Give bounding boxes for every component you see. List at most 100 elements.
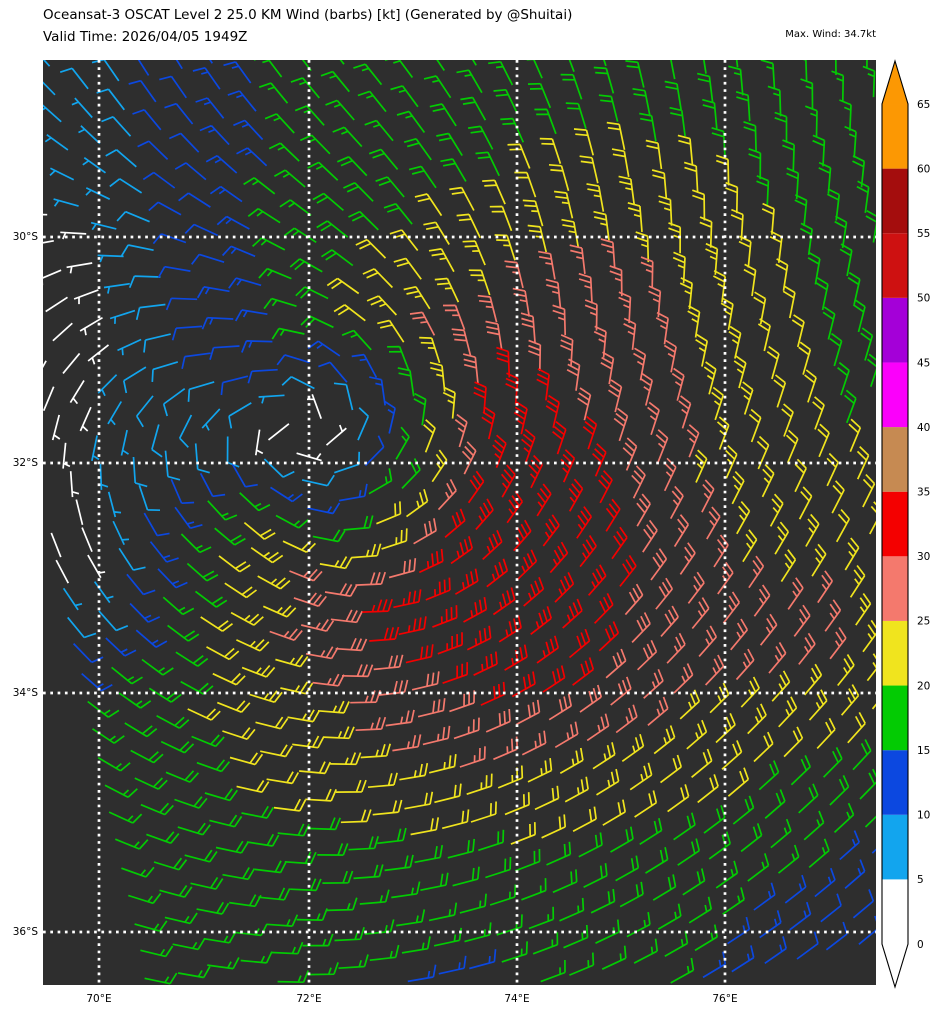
- wind-barb: [398, 616, 427, 636]
- wind-barb: [126, 573, 156, 596]
- wind-barb: [728, 325, 742, 359]
- wind-barb: [847, 711, 866, 744]
- wind-barb: [241, 805, 275, 819]
- wind-barb: [659, 754, 683, 784]
- wind-barb: [364, 435, 385, 467]
- wind-barb: [78, 125, 101, 145]
- wind-barb: [109, 178, 143, 194]
- wind-barb: [642, 519, 658, 553]
- wind-barb: [171, 325, 203, 341]
- wind-barb: [312, 192, 344, 212]
- wind-barb: [144, 972, 178, 985]
- wind-barb: [775, 258, 789, 291]
- wind-barb: [500, 464, 516, 498]
- wind-barb: [423, 419, 436, 453]
- wind-barb: [134, 920, 168, 932]
- wind-barb: [725, 181, 739, 214]
- wind-barb: [566, 358, 581, 391]
- wind-barb: [178, 414, 193, 448]
- wind-barb: [489, 884, 517, 906]
- wind-barb: [713, 270, 727, 303]
- wind-barb: [437, 632, 463, 655]
- wind-barb: [773, 374, 787, 408]
- wind-barb: [552, 421, 567, 455]
- wind-barb: [442, 304, 466, 330]
- wind-barb: [199, 472, 226, 498]
- wind-barb: [553, 190, 574, 219]
- colorbar-tick-label: 5: [917, 874, 924, 886]
- wind-barb: [228, 402, 252, 429]
- wind-barb: [703, 805, 726, 834]
- wind-barb: [771, 670, 791, 702]
- wind-barb: [317, 843, 349, 856]
- wind-barb: [409, 311, 436, 336]
- wind-barb: [338, 954, 369, 970]
- wind-barb: [324, 583, 358, 597]
- wind-barb: [647, 401, 660, 436]
- wind-barb-map: [43, 60, 876, 985]
- wind-barb: [699, 216, 713, 248]
- wind-barb: [598, 94, 619, 122]
- wind-barb: [761, 202, 775, 235]
- wind-barb: [129, 602, 161, 623]
- colorbar-over-arrow: [882, 61, 908, 105]
- wind-barb: [686, 424, 700, 458]
- colorbar-under-arrow: [882, 944, 908, 987]
- y-tick-label: 32°S: [12, 457, 38, 469]
- wind-barb: [138, 484, 161, 512]
- wind-barb: [263, 297, 297, 310]
- wind-barb: [679, 689, 701, 720]
- wind-barb: [381, 528, 408, 550]
- wind-barb: [618, 175, 636, 206]
- wind-barb: [587, 564, 607, 596]
- colorbar-segment: [882, 297, 908, 363]
- wind-barb: [572, 657, 595, 686]
- wind-barb: [264, 113, 295, 134]
- colorbar-tick-label: 60: [917, 163, 930, 175]
- wind-barb: [302, 933, 334, 947]
- wind-barb: [227, 90, 257, 112]
- wind-barb: [209, 60, 214, 64]
- wind-barb: [652, 874, 677, 901]
- wind-barb: [629, 762, 653, 791]
- wind-barb: [257, 575, 291, 590]
- wind-barb: [798, 783, 819, 814]
- wind-barb: [222, 727, 256, 741]
- wind-barb: [258, 394, 285, 404]
- wind-barb: [798, 341, 812, 375]
- wind-barb: [299, 761, 332, 775]
- wind-barb: [670, 957, 695, 984]
- colorbar-tick-label: 45: [917, 357, 930, 369]
- wind-barb: [240, 951, 273, 964]
- wind-barb: [103, 282, 130, 294]
- wind-barb: [833, 802, 855, 834]
- wind-barb: [507, 143, 531, 169]
- wind-barb: [532, 932, 559, 955]
- wind-barb: [66, 262, 93, 274]
- wind-barb: [766, 345, 780, 380]
- wind-barb: [419, 336, 441, 364]
- wind-barb: [486, 558, 509, 588]
- wind-barb: [429, 103, 457, 127]
- wind-barb: [852, 739, 872, 771]
- wind-barb: [367, 772, 398, 789]
- wind-barb: [790, 755, 811, 786]
- wind-barb: [596, 768, 620, 796]
- wind-barb: [521, 878, 547, 901]
- wind-barb: [105, 149, 137, 168]
- wind-barb: [62, 587, 83, 611]
- wind-barb: [195, 97, 225, 119]
- wind-barb: [209, 814, 243, 828]
- wind-barb: [522, 199, 544, 227]
- wind-barb: [480, 681, 506, 706]
- wind-barb: [442, 386, 456, 419]
- wind-barb: [761, 463, 775, 498]
- wind-barb: [799, 222, 813, 256]
- wind-barb: [199, 124, 230, 146]
- wind-barb: [673, 514, 690, 548]
- wind-barb: [140, 802, 174, 816]
- wind-barb: [322, 870, 354, 884]
- wind-barb: [247, 368, 278, 384]
- wind-barb: [343, 182, 374, 202]
- wind-barb: [160, 740, 195, 754]
